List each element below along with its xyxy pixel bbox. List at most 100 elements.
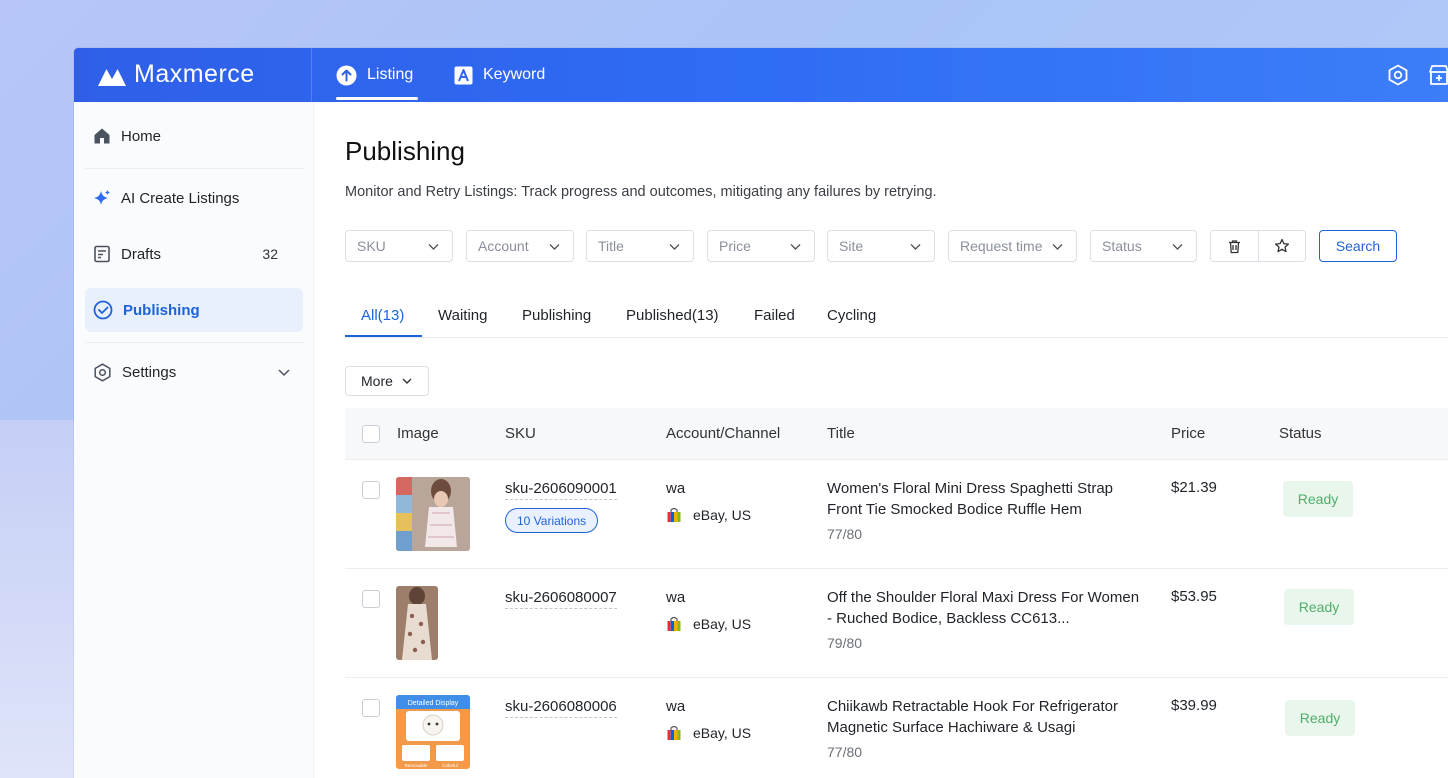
row-checkbox[interactable] <box>362 481 380 499</box>
ebay-bag-icon <box>667 616 681 631</box>
chevron-down-icon <box>669 244 680 250</box>
app-name: Maxmerce <box>134 60 255 88</box>
filter-label: Price <box>719 238 751 254</box>
chevron-down-icon <box>278 369 290 377</box>
column-header-image: Image <box>397 425 439 442</box>
tab-publishing[interactable]: Publishing <box>522 307 591 324</box>
sidebar-item-label: Settings <box>122 363 177 381</box>
image-caption: Colorful <box>442 763 458 768</box>
sidebar-item-label: AI Create Listings <box>121 189 240 207</box>
column-header-title: Title <box>827 425 855 442</box>
filter-label: Status <box>1102 238 1142 254</box>
title-char-count: 79/80 <box>827 635 863 651</box>
ebay-bag-icon <box>667 725 681 740</box>
channel: eBay, US <box>666 616 751 632</box>
sparkle-icon <box>94 190 110 205</box>
search-button[interactable]: Search <box>1319 230 1397 262</box>
filter-status[interactable]: Status <box>1090 230 1197 262</box>
sidebar-item-drafts[interactable]: Drafts 32 <box>85 232 303 276</box>
chevron-down-icon <box>790 244 801 250</box>
column-header-sku: SKU <box>505 425 536 442</box>
channel-label: eBay, US <box>693 507 752 523</box>
tab-cycling[interactable]: Cycling <box>827 307 876 324</box>
table-header: Image SKU Account/Channel Title Price St… <box>345 408 1448 460</box>
chevron-down-icon <box>549 244 560 250</box>
channel-label: eBay, US <box>693 616 752 632</box>
column-header-account-channel: Account/Channel <box>666 425 781 442</box>
select-all-checkbox[interactable] <box>362 425 380 443</box>
channel: eBay, US <box>666 725 751 741</box>
tab-published[interactable]: Published(13) <box>626 307 719 324</box>
settings-icon <box>94 362 111 382</box>
top-navigation-bar: Maxmerce Listing Keyword <box>74 48 1448 102</box>
chevron-down-icon <box>1172 244 1183 250</box>
app-logo[interactable]: Maxmerce <box>96 60 255 89</box>
tab-failed[interactable]: Failed <box>754 307 795 324</box>
sidebar-item-ai-create-listings[interactable]: AI Create Listings <box>85 176 303 220</box>
sidebar-item-label: Home <box>121 127 162 145</box>
filter-request-time[interactable]: Request time <box>948 230 1077 262</box>
price: $53.95 <box>1171 588 1217 605</box>
column-header-price: Price <box>1171 425 1206 442</box>
maxmerce-logo-icon <box>98 67 126 86</box>
background-decoration <box>0 420 75 778</box>
status-tabs: All(13) Waiting Publishing Published(13)… <box>345 298 1448 338</box>
account-name: wa <box>666 698 686 715</box>
filter-account[interactable]: Account <box>466 230 574 262</box>
store-add-icon[interactable] <box>1428 64 1448 86</box>
product-image[interactable] <box>396 586 438 660</box>
sku-link[interactable]: sku-2606080006 <box>505 698 617 718</box>
sidebar-divider <box>85 168 303 169</box>
sidebar-item-publishing[interactable]: Publishing <box>85 288 303 332</box>
more-label: More <box>361 373 393 389</box>
chevron-down-icon <box>402 378 412 384</box>
filter-site[interactable]: Site <box>827 230 935 262</box>
sidebar-item-label: Drafts <box>121 245 162 263</box>
price: $39.99 <box>1171 697 1217 714</box>
filter-price[interactable]: Price <box>707 230 815 262</box>
table-row: Detailed Display Removable Colorful sku-… <box>345 678 1448 778</box>
filter-label: Account <box>478 238 529 254</box>
filter-label: Title <box>598 238 624 254</box>
listing-title: Off the Shoulder Floral Maxi Dress For W… <box>827 589 1140 627</box>
filter-label: SKU <box>357 238 386 254</box>
sidebar-item-settings[interactable]: Settings <box>85 350 303 394</box>
filter-sku[interactable]: SKU <box>345 230 453 262</box>
favorite-filter-button[interactable] <box>1258 231 1305 261</box>
variations-badge[interactable]: 10 Variations <box>505 508 599 533</box>
settings-hex-icon[interactable] <box>1387 64 1409 86</box>
filter-label: Request time <box>960 238 1043 254</box>
sku-link[interactable]: sku-2606090001 <box>505 480 617 500</box>
chevron-down-icon <box>910 244 921 250</box>
account-name: wa <box>666 589 686 606</box>
clear-filters-button[interactable] <box>1211 231 1258 261</box>
sidebar-item-label: Publishing <box>123 301 200 319</box>
tab-waiting[interactable]: Waiting <box>438 307 487 324</box>
tab-listing[interactable]: Listing <box>336 48 418 102</box>
chevron-down-icon <box>428 244 439 250</box>
listing-title: Chiikawb Retractable Hook For Refrigerat… <box>827 698 1118 736</box>
tab-all[interactable]: All(13) <box>361 307 404 324</box>
drafts-icon <box>94 245 110 263</box>
image-caption: Detailed Display <box>408 700 459 707</box>
sku-link[interactable]: sku-2606080007 <box>505 589 617 609</box>
filter-action-group <box>1210 230 1306 262</box>
more-actions-button[interactable]: More <box>345 366 429 396</box>
status-badge: Ready <box>1284 589 1354 625</box>
row-checkbox[interactable] <box>362 590 380 608</box>
sidebar-item-home[interactable]: Home <box>85 114 303 158</box>
row-checkbox[interactable] <box>362 699 380 717</box>
font-a-icon <box>454 66 473 84</box>
tab-keyword-label: Keyword <box>483 66 546 83</box>
app-window: Maxmerce Listing Keyword Home AI Create … <box>74 48 1448 778</box>
arrow-up-circle-icon <box>336 65 357 85</box>
channel-label: eBay, US <box>693 725 752 741</box>
column-header-status: Status <box>1279 425 1322 442</box>
product-image[interactable]: Detailed Display Removable Colorful <box>396 695 470 769</box>
sidebar: Home AI Create Listings Drafts 32 Publis… <box>74 102 314 778</box>
product-image[interactable] <box>396 477 470 551</box>
filter-title[interactable]: Title <box>586 230 694 262</box>
tab-keyword[interactable]: Keyword <box>454 48 545 102</box>
tab-listing-label: Listing <box>367 66 414 83</box>
filter-label: Site <box>839 238 864 254</box>
